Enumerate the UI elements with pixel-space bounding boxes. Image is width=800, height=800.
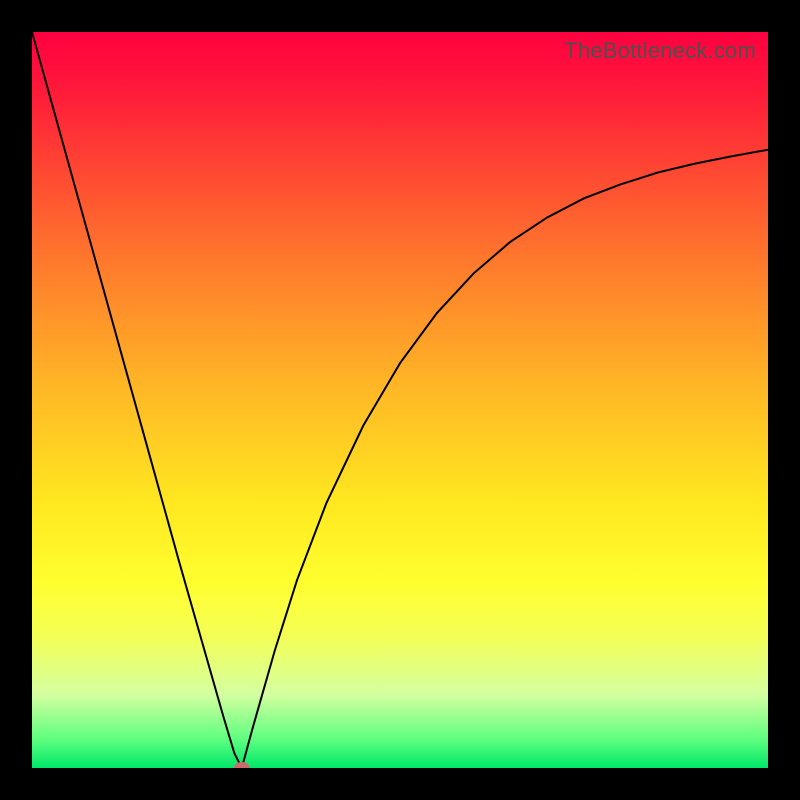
curve-layer	[32, 32, 768, 768]
bottleneck-curve	[32, 32, 768, 768]
chart-frame: TheBottleneck.com	[0, 0, 800, 800]
optimal-point-marker	[234, 762, 250, 768]
plot-area: TheBottleneck.com	[32, 32, 768, 768]
